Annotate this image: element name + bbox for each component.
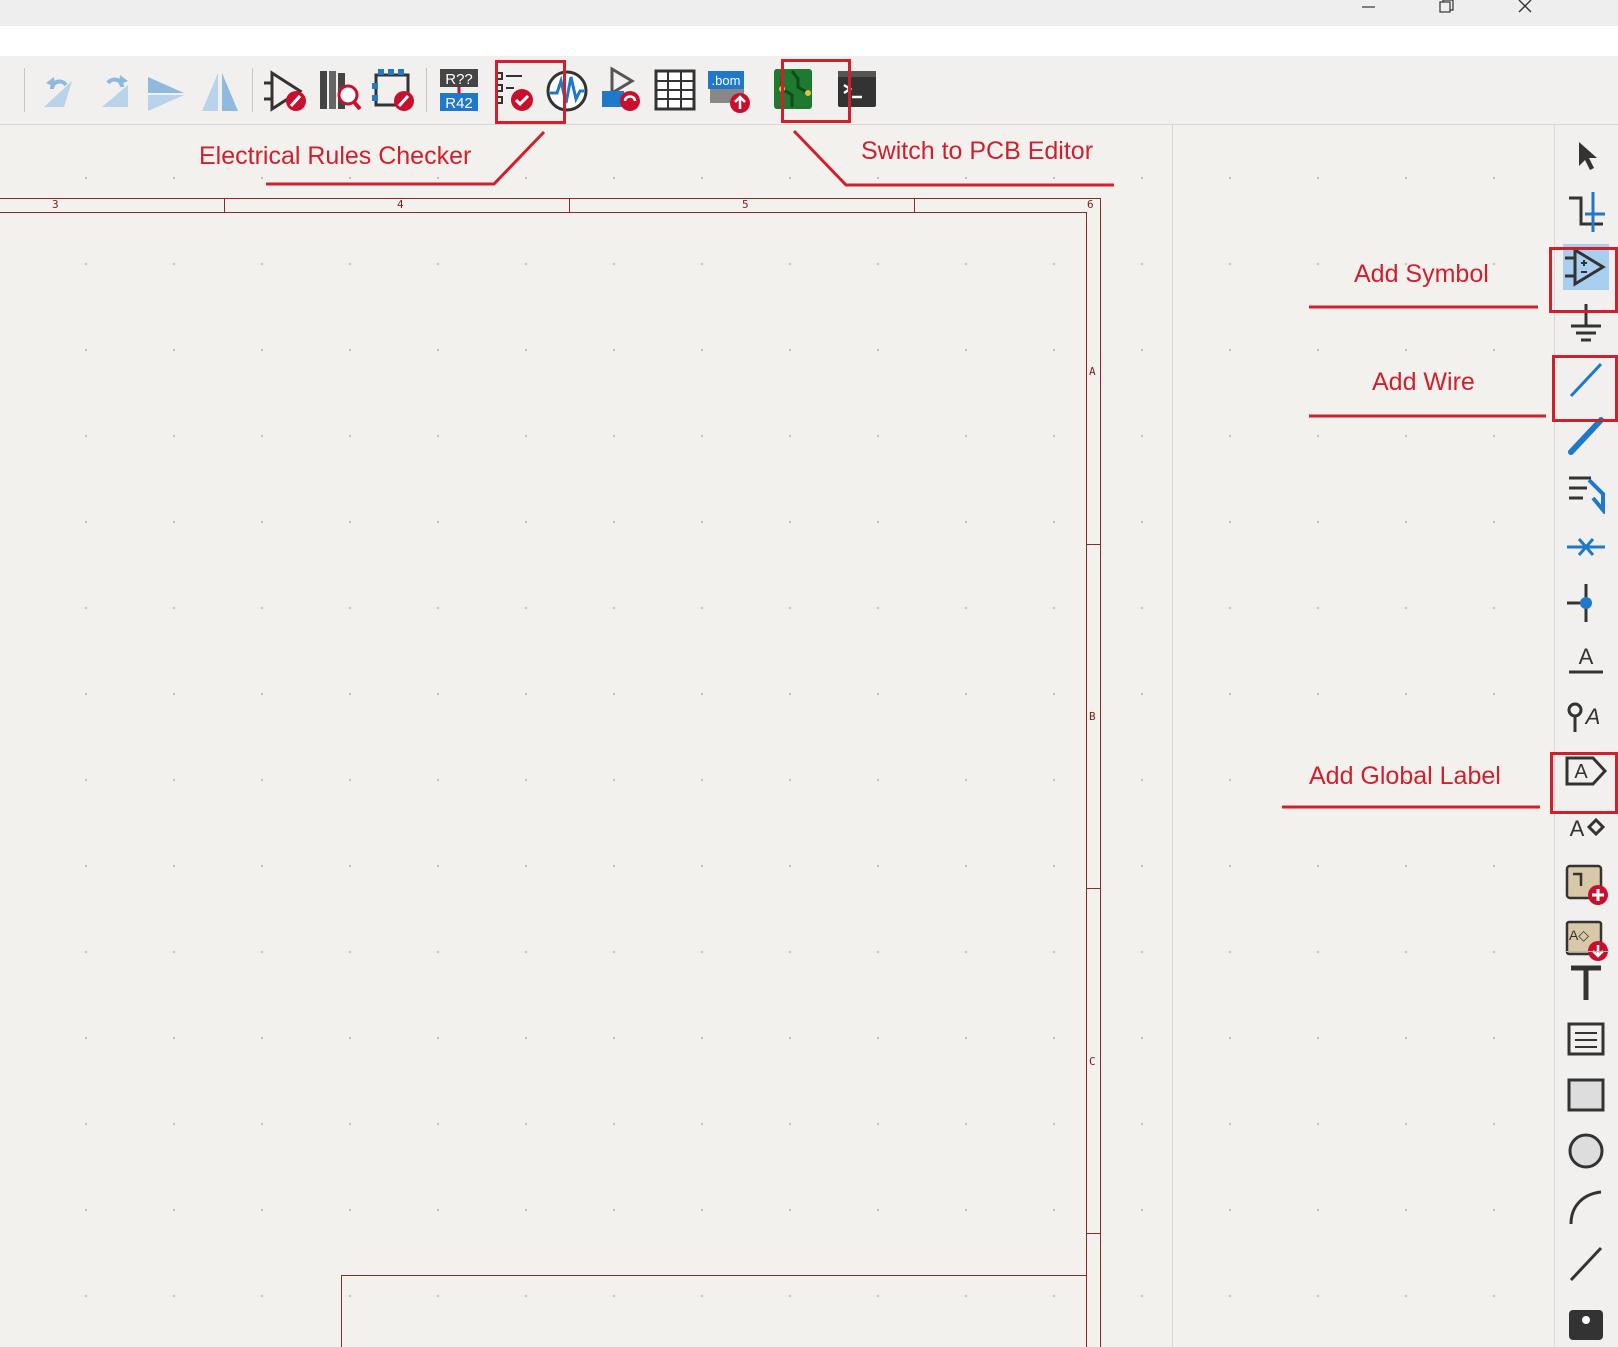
svg-text:A: A — [1570, 816, 1585, 841]
rectangle-icon[interactable] — [1563, 1072, 1609, 1118]
ruler-tick — [1086, 544, 1100, 545]
symbol-annotation-label: Add Symbol — [1354, 260, 1489, 288]
assign-footprints-icon[interactable] — [596, 63, 646, 115]
net-class-directive-icon[interactable]: A — [1563, 692, 1609, 738]
net-label-icon[interactable]: A — [1563, 636, 1609, 682]
annotate-icon[interactable]: R?? R42 — [434, 63, 484, 115]
line-icon[interactable] — [1563, 1240, 1609, 1286]
highlight-net-icon[interactable] — [1563, 188, 1609, 234]
toolbar-separator — [24, 68, 25, 112]
symbol-library-browser-icon[interactable] — [314, 63, 364, 115]
generate-bom-icon[interactable]: .bom — [704, 63, 754, 115]
menu-bar — [0, 26, 1618, 56]
toolbar-separator — [1565, 951, 1609, 952]
image-icon[interactable] — [1563, 1296, 1609, 1342]
ruler-tick — [569, 198, 570, 212]
arc-icon[interactable] — [1563, 1184, 1609, 1230]
annotate-badge-bottom: R42 — [445, 95, 473, 112]
ruler-tick — [224, 198, 225, 212]
ruler-label-6: 6 — [1087, 198, 1094, 211]
ruler-label-b: B — [1089, 710, 1096, 723]
page-border — [1172, 125, 1173, 1347]
ruler-label-4: 4 — [397, 198, 404, 211]
bus-entry-icon[interactable] — [1563, 468, 1609, 514]
bom-badge: .bom — [712, 73, 741, 88]
title-block-top — [341, 1275, 1086, 1276]
ruler-tick — [1086, 1233, 1100, 1234]
undo-icon[interactable] — [34, 63, 84, 115]
title-bar — [0, 0, 1618, 26]
erc-annotation-label: Electrical Rules Checker — [199, 142, 472, 170]
schematic-canvas[interactable]: 3 4 5 6 A B C — [0, 125, 1554, 1347]
title-block-left — [341, 1275, 342, 1347]
erc-callout-box — [495, 60, 566, 124]
svg-text:A: A — [1579, 644, 1594, 669]
mirror-vertical-icon[interactable] — [196, 63, 246, 115]
toolbar-separator — [252, 68, 253, 112]
symbol-editor-icon[interactable] — [260, 63, 310, 115]
minimize-button[interactable] — [1344, 0, 1392, 20]
pcb-annotation-label: Switch to PCB Editor — [861, 137, 1094, 165]
text-box-icon[interactable] — [1563, 1016, 1609, 1062]
footprint-editor-icon[interactable] — [368, 63, 418, 115]
redo-icon[interactable] — [90, 63, 140, 115]
close-button[interactable] — [1502, 0, 1550, 20]
junction-icon[interactable] — [1563, 580, 1609, 626]
global-label-annotation-label: Add Global Label — [1309, 762, 1501, 790]
svg-text:A: A — [1584, 704, 1601, 729]
toolbar-separator — [426, 68, 427, 112]
wire-annotation-label: Add Wire — [1372, 368, 1475, 396]
ruler-tick — [914, 198, 915, 212]
ruler-label-3: 3 — [52, 198, 59, 211]
frame-inner-top — [0, 212, 1086, 213]
ruler-label-c: C — [1089, 1055, 1096, 1068]
circle-icon[interactable] — [1563, 1128, 1609, 1174]
svg-text:A◇: A◇ — [1569, 927, 1589, 943]
restore-button[interactable] — [1422, 0, 1470, 20]
back-arrow-icon[interactable] — [0, 63, 14, 115]
text-icon[interactable] — [1563, 960, 1609, 1006]
ruler-label-5: 5 — [742, 198, 749, 211]
pcb-callout-box — [781, 59, 851, 123]
mirror-horizontal-icon[interactable] — [142, 63, 192, 115]
symbol-callout-box — [1549, 247, 1618, 313]
symbol-fields-table-icon[interactable] — [650, 63, 700, 115]
wire-callout-box — [1552, 355, 1618, 422]
global-label-callout-box — [1550, 752, 1618, 814]
annotate-badge-top: R?? — [445, 71, 473, 88]
no-connect-icon[interactable] — [1563, 524, 1609, 570]
add-sheet-icon[interactable] — [1563, 860, 1609, 906]
frame-outer-right — [1100, 198, 1101, 1347]
import-sheet-pin-icon[interactable]: A◇ — [1563, 916, 1609, 962]
select-arrow-icon[interactable] — [1563, 132, 1609, 178]
frame-inner-right — [1086, 212, 1087, 1347]
frame-outer-top — [0, 198, 1100, 199]
ruler-tick — [1086, 888, 1100, 889]
ruler-label-a: A — [1089, 365, 1096, 378]
